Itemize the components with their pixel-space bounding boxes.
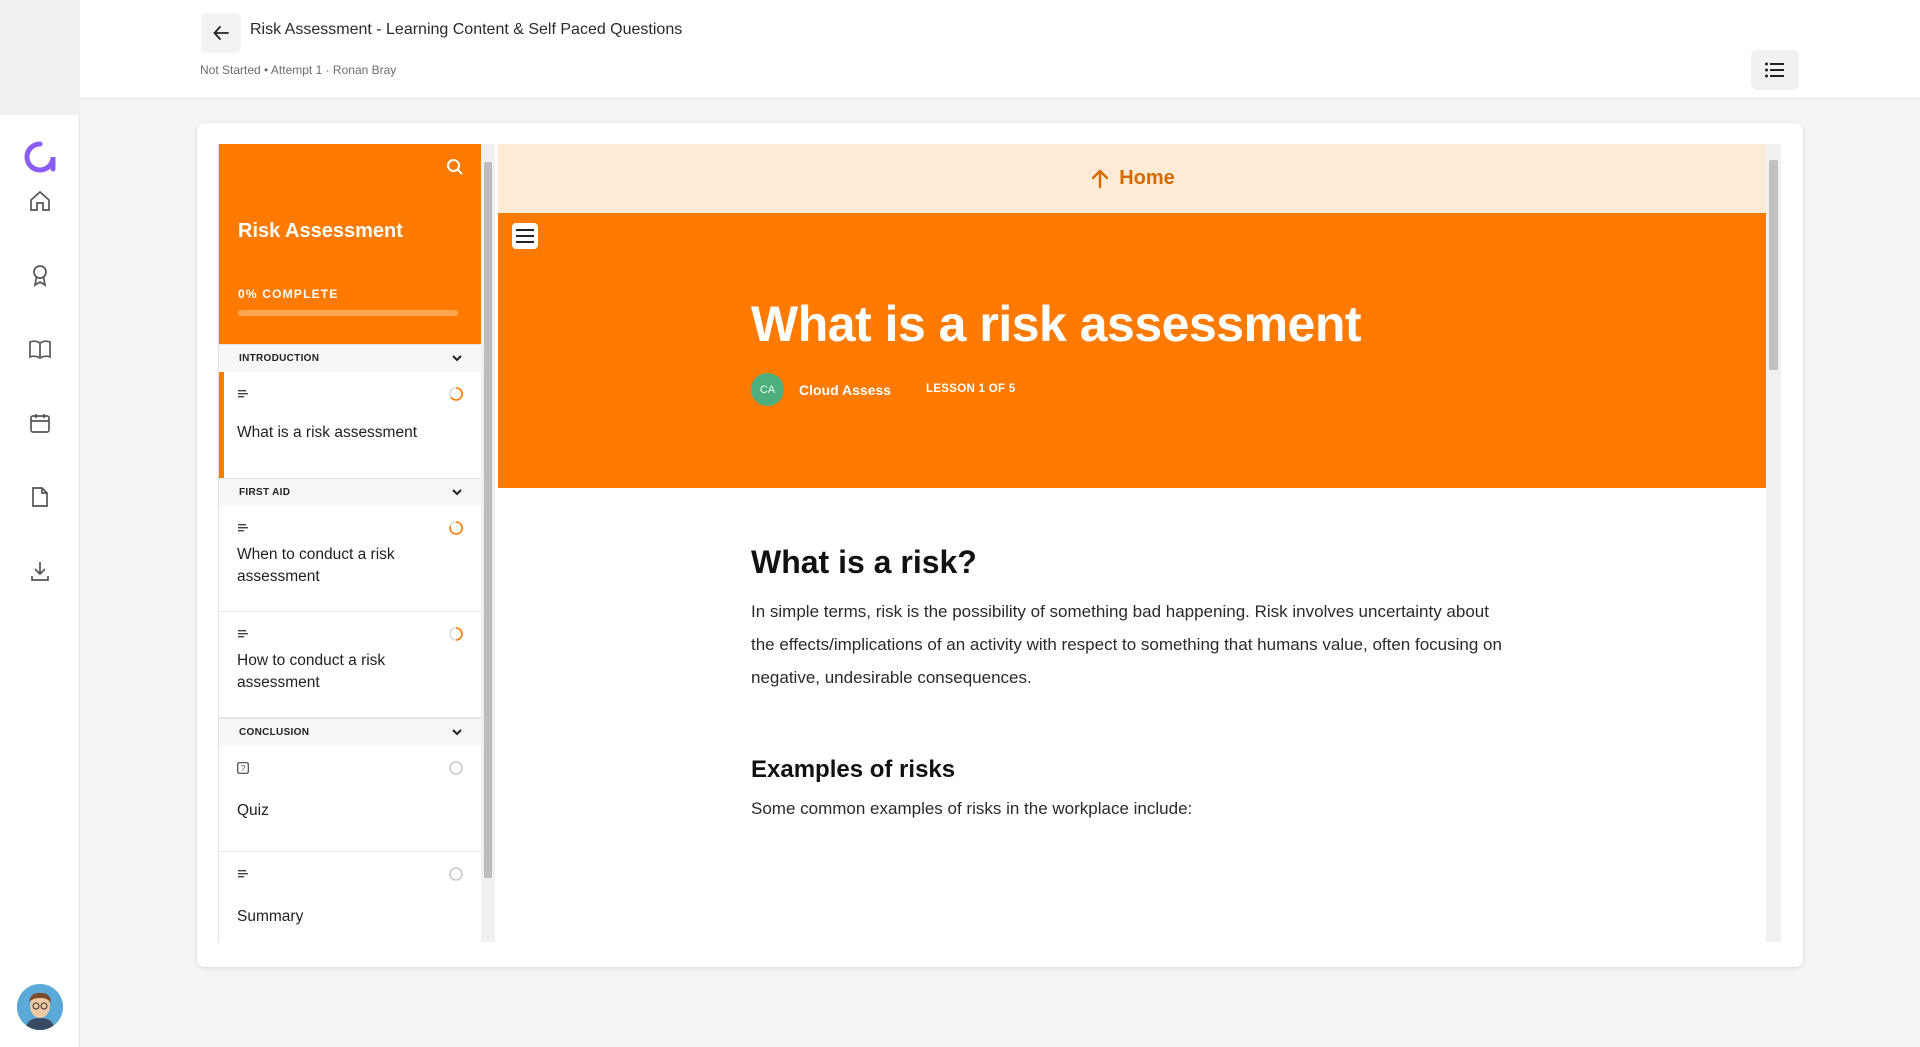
progress-bar [238,310,458,316]
section-heading: What is a risk? [751,544,977,580]
author-name: Cloud Assess [799,382,892,398]
course-header: Risk Assessment 0% COMPLETE [219,144,482,344]
scrollbar-thumb[interactable] [484,162,492,878]
course-outline: Risk Assessment 0% COMPLETE INTRODUCTION… [218,144,482,942]
section-conclusion[interactable]: CONCLUSION [219,718,482,747]
section-first-aid[interactable]: FIRST AID [219,478,482,507]
text-lesson-icon [238,630,248,638]
user-avatar[interactable] [17,984,63,1030]
chevron-down-icon [452,489,462,496]
list-icon [1765,62,1784,78]
page-title: Risk Assessment - Learning Content & Sel… [250,21,683,38]
section-label: FIRST AID [239,487,291,498]
lesson-item-quiz[interactable]: ? Quiz [219,746,482,852]
section-label: CONCLUSION [239,727,310,738]
not-started-icon [449,867,463,881]
app-logo[interactable] [22,139,58,175]
section-introduction[interactable]: INTRODUCTION [219,344,482,373]
app-rail [0,115,80,1047]
award-icon[interactable] [26,261,54,289]
home-link[interactable]: Home [498,144,1766,213]
content-scrollbar[interactable] [1766,144,1781,942]
chevron-down-icon [452,729,462,736]
home-label: Home [1119,167,1175,189]
lesson-title: Summary [237,908,304,925]
body-paragraph: Some common examples of risks in the wor… [751,799,1193,818]
calendar-icon[interactable] [26,409,54,437]
arrow-up-icon [1092,168,1109,188]
text-lesson-icon [238,524,248,532]
home-icon[interactable] [26,187,54,215]
author-avatar: CA [751,373,784,406]
lesson-title: When to conduct a risk assessment [237,546,395,585]
lesson-content: Home What is a risk assessment CA Cloud … [498,144,1781,942]
book-icon[interactable] [26,335,54,363]
in-progress-icon [449,387,463,401]
lesson-title-heading: What is a risk assessment [751,296,1362,352]
outline-scrollbar[interactable] [481,144,495,942]
subsection-heading: Examples of risks [751,756,956,783]
in-progress-icon [449,627,463,641]
text-lesson-icon [238,870,248,878]
attempt-status: Not Started • Attempt 1 · Ronan Bray [200,63,397,77]
chevron-down-icon [452,355,462,362]
course-title: Risk Assessment [238,220,403,242]
outline-menu-button[interactable] [1751,50,1799,90]
scrollbar-thumb[interactable] [1769,160,1778,370]
search-icon[interactable] [446,158,466,178]
download-icon[interactable] [26,557,54,585]
lesson-item-summary[interactable]: Summary [219,852,482,942]
hamburger-menu-button[interactable] [512,223,538,249]
body-paragraph: In simple terms, risk is the possibility… [751,602,1502,687]
lesson-item-what-is-risk-assessment[interactable]: What is a risk assessment [219,372,482,479]
page-header: Risk Assessment - Learning Content & Sel… [80,0,1920,99]
lesson-counter: LESSON 1 OF 5 [926,383,1016,395]
hamburger-icon [516,229,534,243]
lesson-title: How to conduct a risk assessment [237,652,386,691]
not-started-icon [449,761,463,775]
rail-top-spacer [0,0,80,115]
quiz-icon: ? [237,762,249,774]
text-lesson-icon [238,390,248,398]
document-icon[interactable] [26,483,54,511]
lesson-item-how-to-conduct[interactable]: How to conduct a risk assessment [219,612,482,718]
lesson-title: What is a risk assessment [237,424,418,441]
lesson-hero: What is a risk assessment CA Cloud Asses… [498,213,1766,488]
lesson-item-when-to-conduct[interactable]: When to conduct a risk assessment [219,506,482,612]
back-button[interactable] [201,13,241,53]
in-progress-icon [449,521,463,535]
progress-label: 0% COMPLETE [238,287,339,301]
section-label: INTRODUCTION [239,353,320,364]
svg-text:?: ? [241,764,246,773]
lesson-title: Quiz [237,802,269,819]
arrow-left-icon [213,26,229,40]
